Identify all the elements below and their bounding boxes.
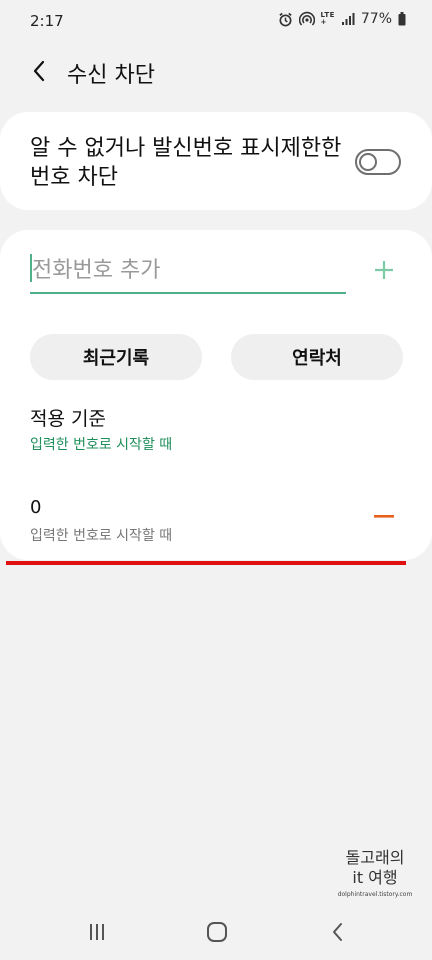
battery-icon	[398, 12, 406, 26]
status-icons: LTE + 77%	[278, 11, 406, 27]
back-arrow-icon	[33, 60, 45, 82]
blocked-number: 0	[30, 497, 42, 518]
header: 수신 차단	[0, 44, 432, 100]
alarm-icon	[278, 12, 293, 27]
status-bar: 2:17 LTE + 77%	[0, 0, 432, 44]
criteria-value[interactable]: 입력한 번호로 시작할 때	[30, 434, 172, 454]
screen: 2:17 LTE + 77% 수신 차단 알 수 없거나 발신번호 표시제한한 …	[0, 0, 432, 960]
watermark-url: dolphintravel.tistory.com	[337, 891, 413, 898]
recent-log-button[interactable]: 최근기록	[30, 334, 202, 380]
signal-icon	[341, 12, 355, 26]
switch-knob	[359, 153, 377, 171]
nav-home-icon	[207, 922, 227, 942]
nav-back-icon	[333, 923, 342, 941]
nav-recent-icon	[90, 924, 104, 940]
blocked-number-condition: 입력한 번호로 시작할 때	[30, 528, 173, 544]
back-button[interactable]	[24, 56, 54, 86]
unknown-block-label: 알 수 없거나 발신번호 표시제한한 번호 차단	[30, 136, 342, 190]
watermark: 돌고래의 it 여행 dolphintravel.tistory.com	[330, 848, 420, 900]
navigation-bar	[0, 904, 432, 960]
add-number-button[interactable]	[368, 254, 400, 286]
status-time: 2:17	[30, 12, 64, 30]
watermark-line2: it 여행	[352, 868, 398, 887]
annotation-underline	[6, 561, 406, 565]
minus-icon	[374, 515, 394, 518]
plus-icon	[375, 261, 393, 279]
remove-number-button[interactable]	[366, 502, 402, 532]
criteria-title[interactable]: 적용 기준	[30, 404, 106, 431]
nav-back-button[interactable]	[324, 918, 352, 946]
phone-input-field[interactable]	[30, 250, 346, 294]
lte-arrows: +	[320, 18, 327, 26]
unknown-block-switch[interactable]	[355, 149, 401, 175]
watermark-line1: 돌고래의	[345, 848, 405, 867]
contacts-button[interactable]: 연락처	[231, 334, 403, 380]
page-title: 수신 차단	[67, 63, 155, 88]
nav-home-button[interactable]	[203, 918, 231, 946]
battery-percent: 77%	[360, 11, 392, 27]
nav-recent-apps-button[interactable]	[83, 918, 111, 946]
lte-indicator: LTE +	[321, 12, 335, 26]
hotspot-icon	[298, 11, 315, 27]
phone-number-input[interactable]	[32, 252, 342, 288]
